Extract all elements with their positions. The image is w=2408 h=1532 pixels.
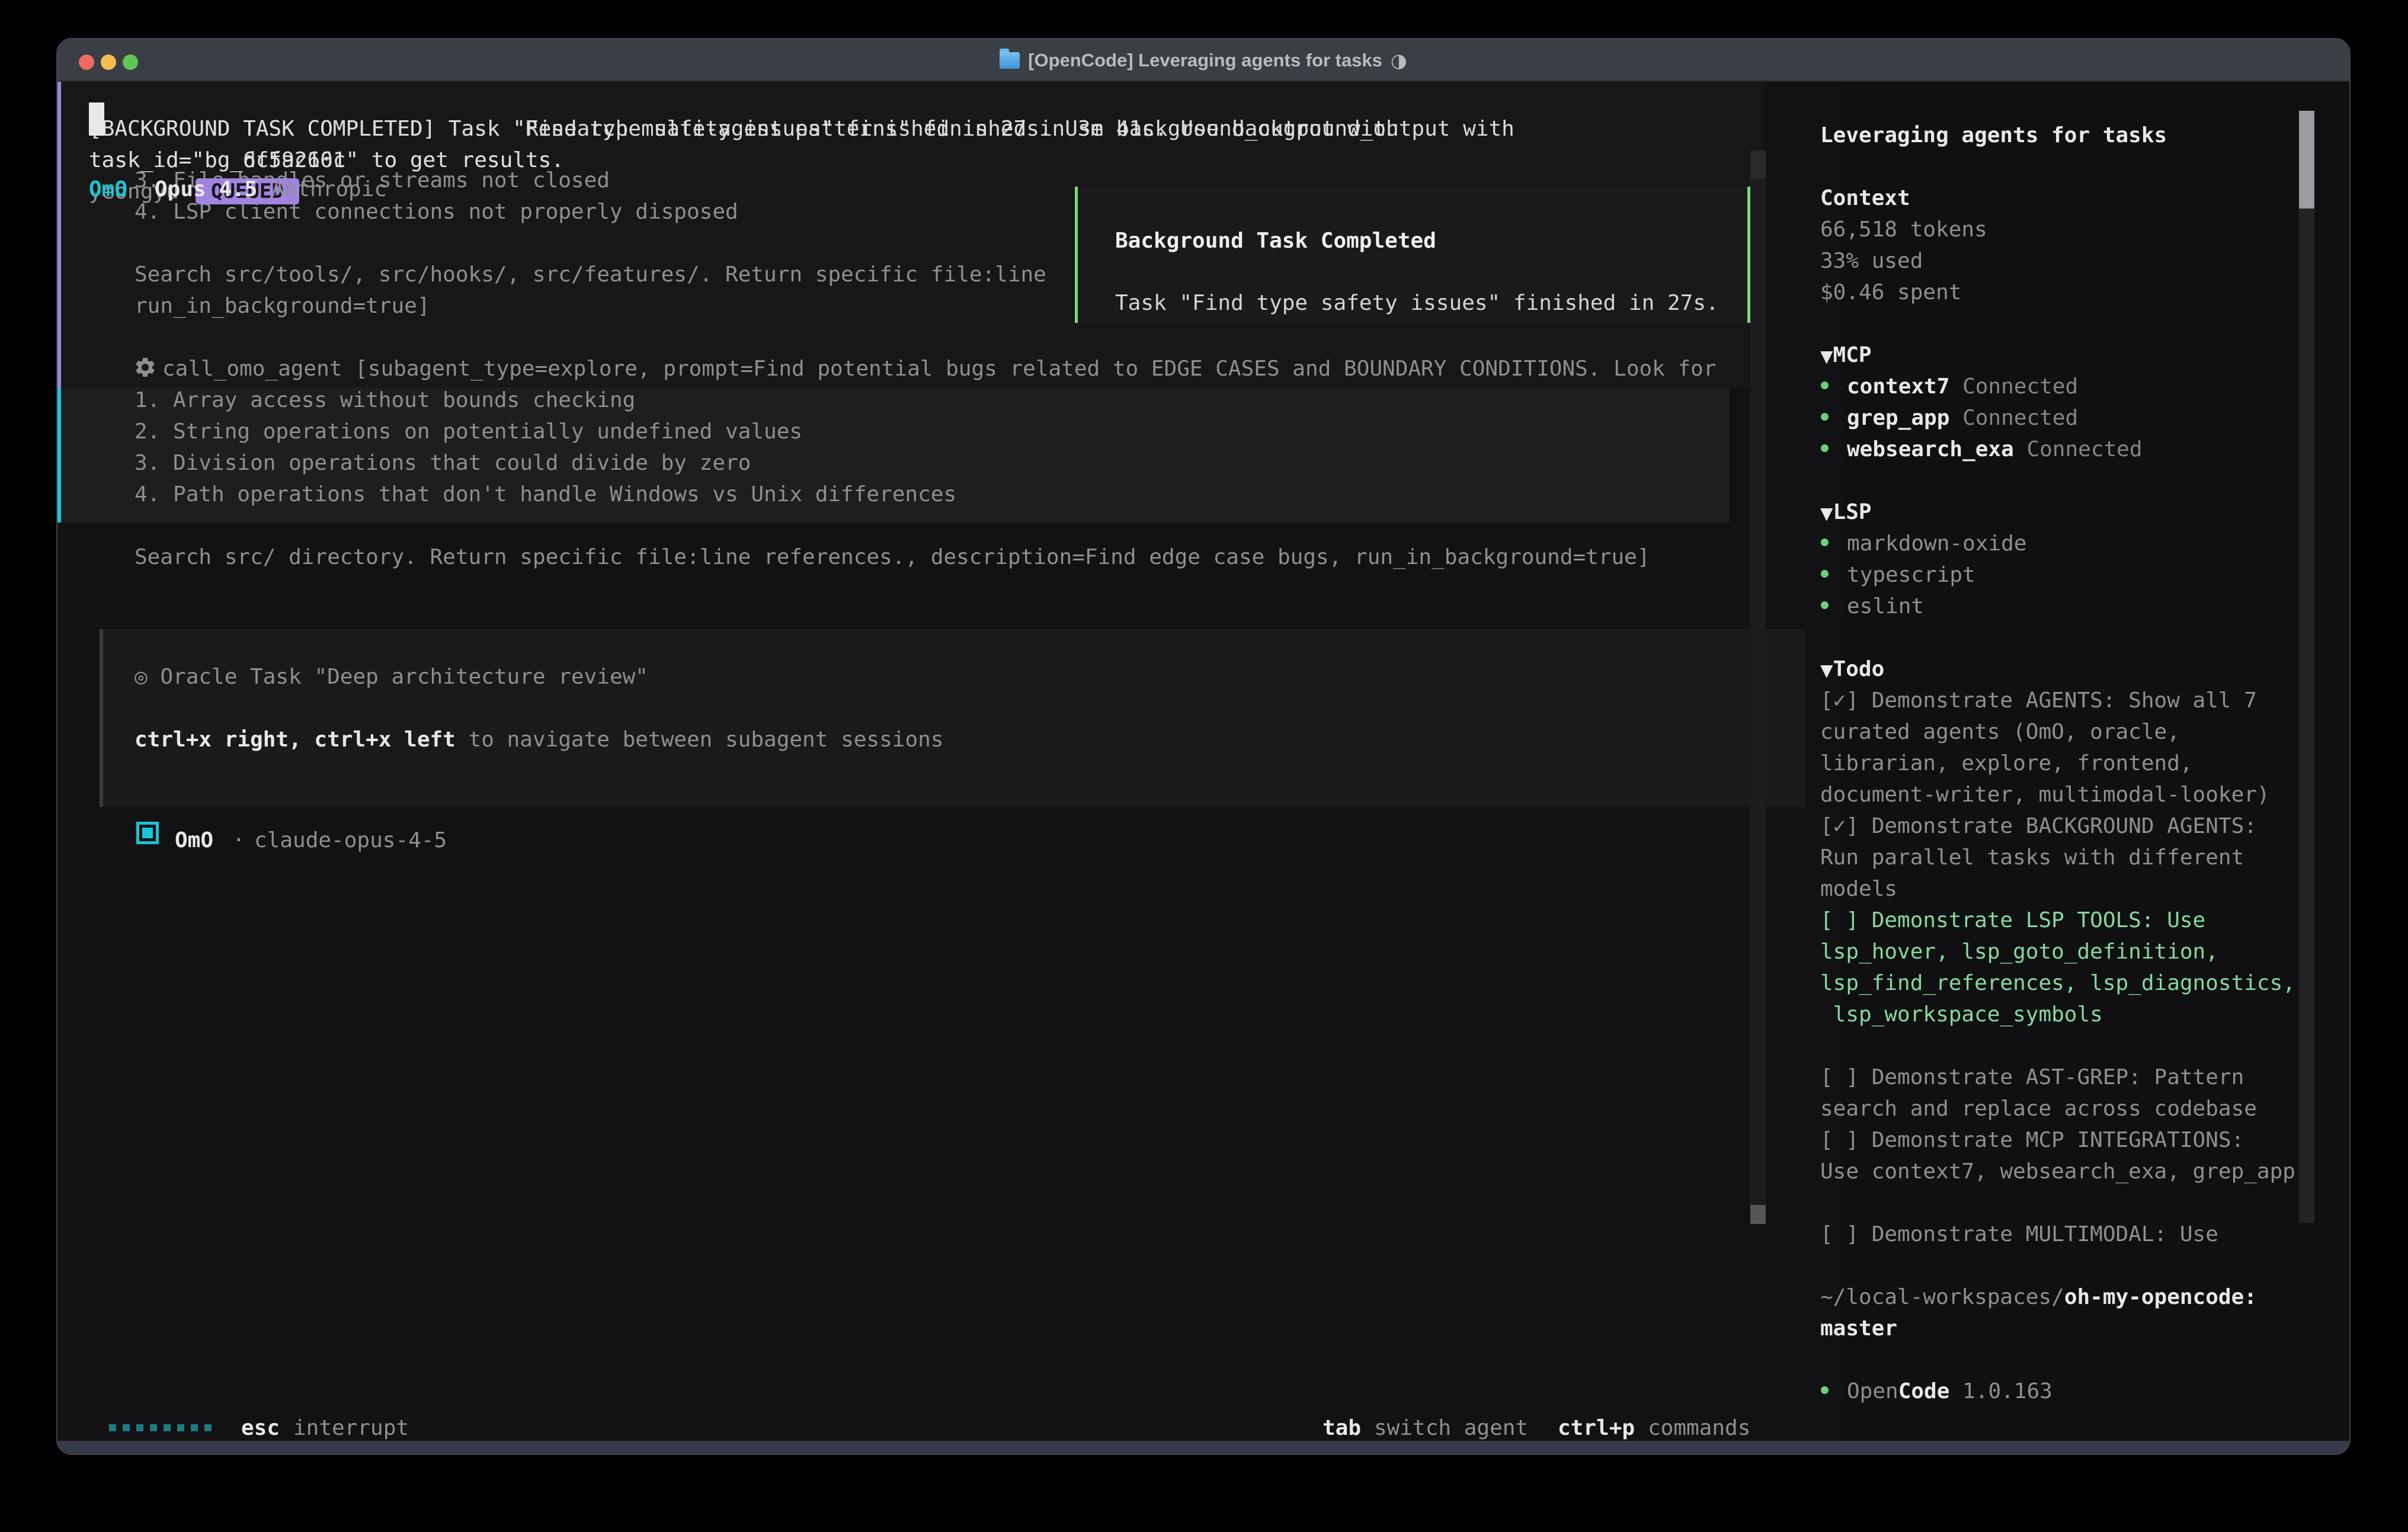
text-cursor xyxy=(89,102,104,136)
mcp-item: context7 Connected xyxy=(1847,371,2078,402)
window-bottom-edge xyxy=(57,1441,2349,1454)
esc-key-hint: esc xyxy=(241,1412,280,1444)
collapse-triangle-icon: ▼ xyxy=(1820,504,1833,523)
oracle-icon: ◎ xyxy=(135,665,148,689)
message-line: task_id="bg_6f59260c" to get results. xyxy=(89,145,564,176)
lsp-item: markdown-oxide xyxy=(1847,528,2026,559)
sidebar-title: Leveraging agents for tasks xyxy=(1820,120,2167,151)
status-bullet-icon xyxy=(1821,1386,1829,1394)
title-bar: [OpenCode] Leveraging agents for tasks ◑ xyxy=(57,39,2349,82)
todo-line-active: lsp_find_references, lsp_diagnostics, xyxy=(1820,967,2295,999)
oracle-header-line: ◎ Oracle Task "Deep architecture review" xyxy=(135,661,648,693)
scrollbar-thumb[interactable] xyxy=(2299,111,2314,209)
app-version: OpenCode 1.0.163 xyxy=(1847,1376,2052,1407)
activity-dot xyxy=(136,1424,143,1431)
todo-line-active: lsp_hover, lsp_goto_definition, xyxy=(1820,936,2218,967)
oracle-task-panel: ◎ Oracle Task "Deep architecture review"… xyxy=(100,629,1805,807)
todo-line-done: curated agents (OmO, oracle, xyxy=(1820,716,2180,748)
workspace-branch: master xyxy=(1820,1313,1897,1344)
mcp-item: websearch_exa Connected xyxy=(1847,434,2143,465)
log-line: run_in_background=true] xyxy=(135,290,430,322)
message-line: [BACKGROUND TASK COMPLETED] Task "Find t… xyxy=(89,113,1399,145)
activity-dot xyxy=(204,1424,212,1431)
todo-line-done: models xyxy=(1820,873,1897,905)
folder-icon xyxy=(1000,52,1020,69)
main-scrollbar[interactable] xyxy=(1750,150,1766,1224)
scrollbar-thumb[interactable] xyxy=(1750,1205,1766,1224)
agent-name: OmO xyxy=(175,825,213,856)
cmd-key-label: commands xyxy=(1648,1412,1750,1444)
context-spent: $0.46 spent xyxy=(1820,277,1961,308)
scrollbar-cap xyxy=(1750,150,1766,179)
todo-section-header[interactable]: ▼Todo xyxy=(1820,653,1884,685)
todo-line-pending: Use context7, websearch_exa, grep_app xyxy=(1820,1156,2295,1187)
window-title-container: [OpenCode] Leveraging agents for tasks ◑ xyxy=(57,39,2349,82)
collapse-triangle-icon: ▼ xyxy=(1820,661,1833,680)
todo-line-pending: search and replace across codebase xyxy=(1820,1093,2257,1124)
oracle-hint-line: ctrl+x right, ctrl+x left to navigate be… xyxy=(135,724,943,755)
status-bullet-icon xyxy=(1821,413,1829,421)
log-line: 4. Path operations that don't handle Win… xyxy=(135,479,956,510)
mcp-item: grep_app Connected xyxy=(1847,402,2078,434)
tab-key-hint: tab xyxy=(1323,1412,1361,1444)
todo-line-pending: [ ] Demonstrate MCP INTEGRATIONS: xyxy=(1820,1124,2244,1156)
activity-dot xyxy=(109,1424,116,1431)
chat-scroll-area[interactable]: 3. File handles or streams not closed 4.… xyxy=(57,82,1841,1455)
todo-line-done: document-writer, multimodal-looker) xyxy=(1820,779,2270,810)
gear-icon xyxy=(133,355,157,379)
toast-title: Background Task Completed xyxy=(1115,225,1436,257)
tool-call-line: call_omo_agent [subagent_type=explore, p… xyxy=(162,353,1762,384)
todo-line-done: Run parallel tasks with different xyxy=(1820,842,2244,873)
status-bullet-icon xyxy=(1821,539,1829,546)
todo-line-active: lsp_workspace_symbols xyxy=(1820,999,2103,1030)
sidebar-scrollbar[interactable] xyxy=(2299,111,2314,1223)
lsp-item: eslint xyxy=(1847,591,1924,622)
todo-line-done: [✓] Demonstrate BACKGROUND AGENTS: xyxy=(1820,810,2257,842)
todo-line-done: [✓] Demonstrate AGENTS: Show all 7 xyxy=(1820,685,2257,716)
status-bullet-icon xyxy=(1821,444,1829,452)
todo-line-active: [ ] Demonstrate LSP TOOLS: Use xyxy=(1820,905,2205,936)
agent-separator: · xyxy=(232,825,245,856)
log-line: Search src/tools/, src/hooks/, src/featu… xyxy=(135,259,1071,290)
hint-keys: ctrl+x right, ctrl+x left xyxy=(135,727,456,752)
agent-model: claude-opus-4-5 xyxy=(254,825,447,856)
lsp-item: typescript xyxy=(1847,559,1975,591)
activity-dot xyxy=(164,1424,171,1431)
status-bullet-icon xyxy=(1821,570,1829,578)
hint-rest: to navigate between subagent sessions xyxy=(456,727,944,752)
esc-key-label: interrupt xyxy=(293,1412,409,1444)
activity-dot xyxy=(177,1424,184,1431)
input-model-label[interactable]: Opus 4.5 xyxy=(155,174,257,205)
context-tokens: 66,518 tokens xyxy=(1820,214,1987,245)
window-title: [OpenCode] Leveraging agents for tasks xyxy=(1028,50,1382,71)
lsp-section-header[interactable]: ▼LSP xyxy=(1820,496,1872,528)
todo-line-pending: [ ] Demonstrate MULTIMODAL: Use xyxy=(1820,1219,2218,1250)
activity-dot xyxy=(191,1424,198,1431)
activity-dot xyxy=(150,1424,157,1431)
collapse-triangle-icon: ▼ xyxy=(1820,347,1833,366)
activity-dot xyxy=(123,1424,130,1431)
todo-line-done: librarian, explore, frontend, xyxy=(1820,748,2193,779)
status-bullet-icon xyxy=(1821,382,1829,389)
log-line: 2. String operations on potentially unde… xyxy=(135,416,802,447)
todo-line-pending: [ ] Demonstrate AST-GREP: Pattern xyxy=(1820,1062,2244,1093)
context-used: 33% used xyxy=(1820,245,1923,277)
background-task-toast: Background Task Completed Task "Find typ… xyxy=(1075,187,1750,323)
context-heading: Context xyxy=(1820,182,1910,214)
agent-square-icon xyxy=(136,822,159,844)
toast-body: Task "Find type safety issues" finished … xyxy=(1115,287,1719,319)
mcp-section-header[interactable]: ▼MCP xyxy=(1820,339,1872,371)
cmd-key-hint: ctrl+p xyxy=(1558,1412,1635,1444)
session-half-circle-icon: ◑ xyxy=(1391,49,1407,72)
log-line: 1. Array access without bounds checking xyxy=(135,384,635,416)
status-bullet-icon xyxy=(1821,601,1829,609)
workspace-path: ~/local-workspaces/oh-my-opencode: xyxy=(1820,1281,2257,1313)
input-agent-label[interactable]: OmO xyxy=(89,174,127,205)
log-line: 3. Division operations that could divide… xyxy=(135,447,751,479)
tab-key-label: switch agent xyxy=(1374,1412,1528,1444)
log-line: Search src/ directory. Return specific f… xyxy=(135,541,1650,573)
app-window: [OpenCode] Leveraging agents for tasks ◑… xyxy=(56,38,2351,1455)
input-provider-label: Anthropic xyxy=(271,174,387,205)
